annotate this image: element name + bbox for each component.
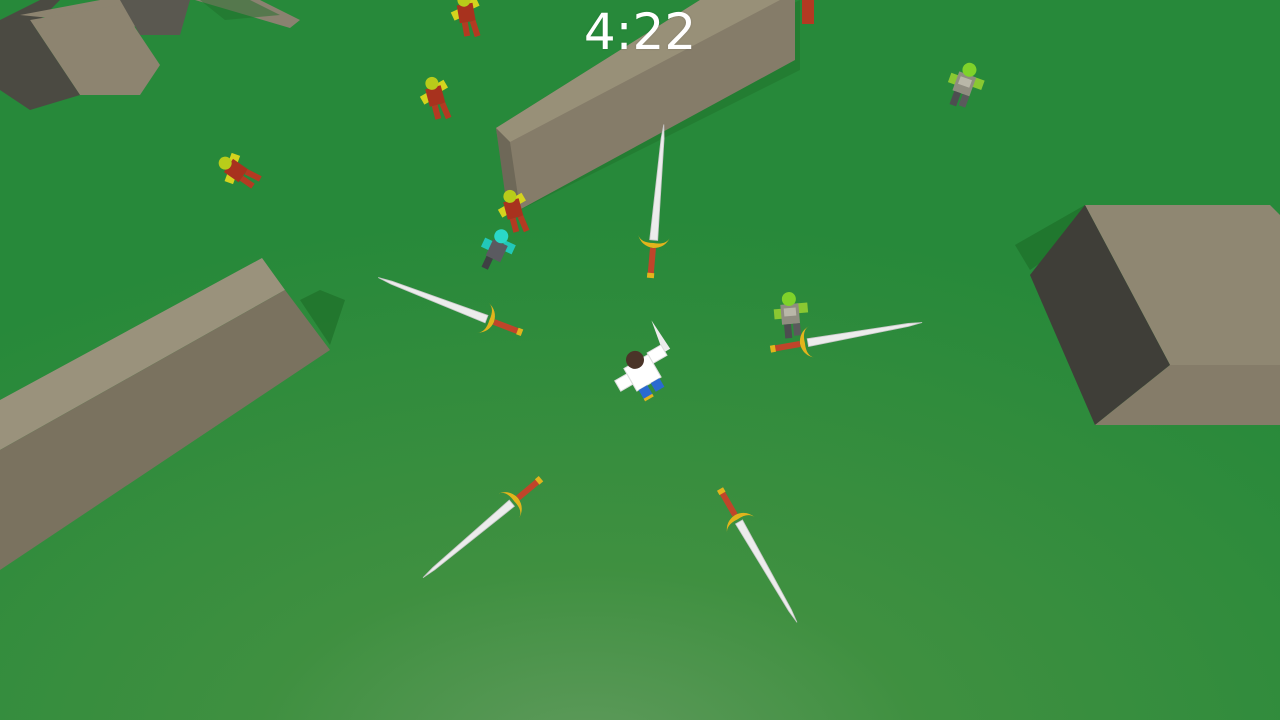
round-timer: 4:22 — [583, 3, 697, 61]
game-world — [0, 0, 1280, 720]
zombie-enemy — [802, 0, 814, 24]
